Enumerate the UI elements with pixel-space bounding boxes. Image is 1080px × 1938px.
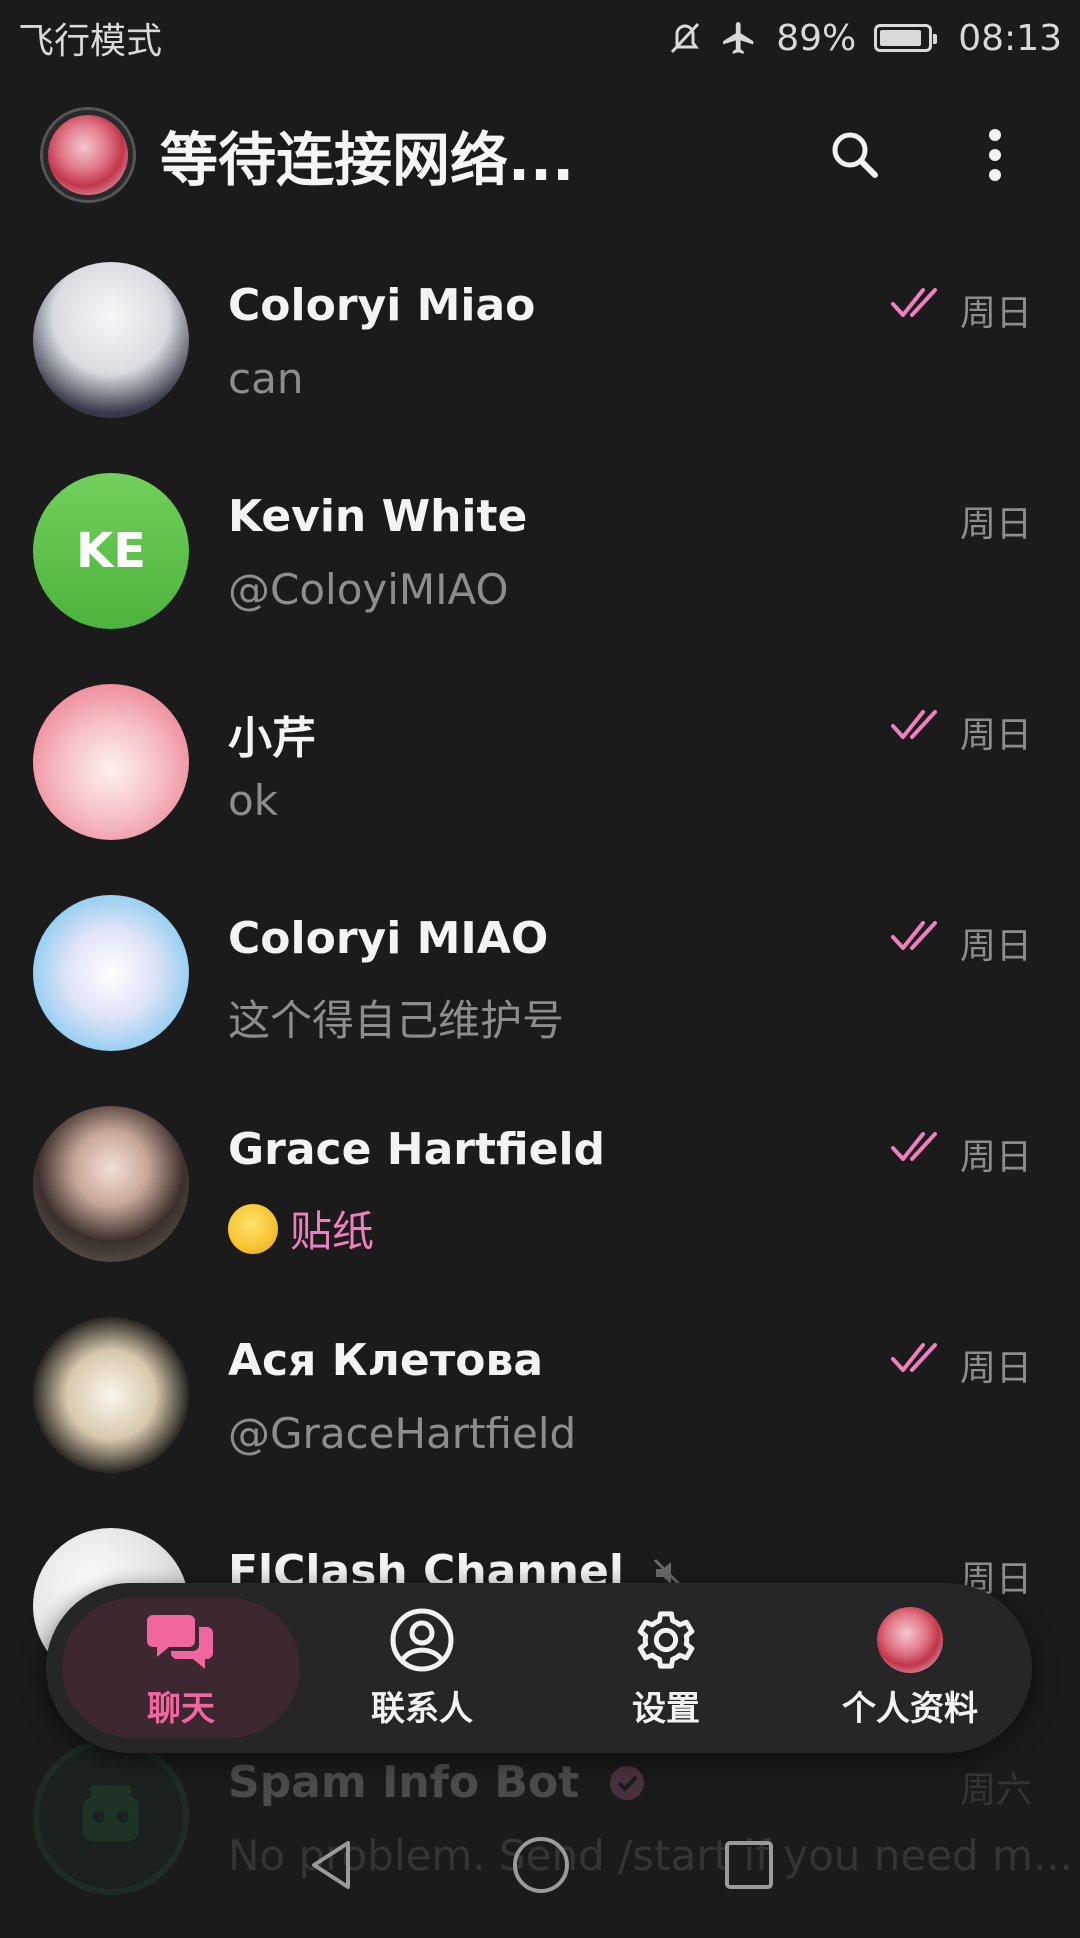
tab-label: 联系人: [371, 1688, 474, 1729]
battery-level-fill: [880, 30, 922, 46]
chat-time: 周日: [959, 715, 1032, 756]
back-icon[interactable]: [304, 1837, 360, 1893]
chat-last-message: can: [228, 354, 304, 403]
chat-name: Ася Клетова: [228, 1335, 544, 1386]
sticker-label: 贴纸: [290, 1207, 375, 1256]
more-menu-button[interactable]: [950, 110, 1040, 200]
chat-time: 周日: [959, 1348, 1032, 1389]
tab-label: 设置: [632, 1688, 700, 1729]
tab-label: 个人资料: [841, 1688, 978, 1729]
app-header: 等待连接网络...: [0, 100, 1080, 210]
account-avatar[interactable]: [40, 107, 136, 203]
chat-last-message: @ColoyiMIAO: [228, 565, 509, 614]
mute-icon: [668, 21, 702, 55]
profile-avatar: [876, 1606, 943, 1673]
chat-name: Coloryi Miao: [228, 280, 536, 331]
double-check-icon: [891, 921, 937, 950]
page-title: 等待连接网络...: [160, 126, 575, 194]
chat-time: 周日: [959, 504, 1032, 545]
chat-row[interactable]: Ася Клетова @GraceHartfield 周日: [0, 1305, 1080, 1516]
account-avatar-image: [48, 115, 128, 195]
chat-row[interactable]: Coloryi MIAO 这个得自己维护号 周日: [0, 883, 1080, 1094]
chat-name-text: Spam Info Bot: [228, 1757, 580, 1808]
tab-chats[interactable]: 聊天: [62, 1598, 301, 1738]
search-button[interactable]: [810, 110, 900, 200]
chat-avatar: [33, 684, 189, 840]
chat-row[interactable]: 小芹 ok 周日: [0, 672, 1080, 883]
chat-last-message: 贴纸: [228, 1198, 374, 1259]
double-check-icon: [891, 1132, 937, 1161]
chat-avatar: [33, 1106, 189, 1262]
chat-row[interactable]: Grace Hartfield 贴纸 周日: [0, 1094, 1080, 1305]
double-check-icon: [891, 1343, 937, 1372]
chat-name: Spam Info Bot: [228, 1757, 647, 1808]
tab-profile[interactable]: 个人资料: [788, 1598, 1032, 1738]
chat-last-message: @GraceHartfield: [228, 1409, 577, 1458]
gear-icon: [633, 1607, 699, 1673]
chat-bubbles-icon: [147, 1607, 215, 1673]
home-icon[interactable]: [510, 1834, 572, 1896]
tab-contacts[interactable]: 联系人: [300, 1598, 544, 1738]
double-check-icon: [891, 288, 937, 317]
battery-icon: [874, 24, 938, 52]
chat-time: 周日: [959, 926, 1032, 967]
chat-name: Coloryi MIAO: [228, 913, 549, 964]
clock: 08:13: [958, 17, 1062, 59]
search-icon: [832, 132, 878, 178]
chat-last-message: ok: [228, 776, 279, 825]
double-check-icon: [891, 710, 937, 739]
airplane-icon: [720, 19, 758, 57]
more-vert-icon: [989, 129, 1001, 181]
chat-avatar: [33, 1317, 189, 1473]
recents-icon[interactable]: [722, 1838, 776, 1892]
chat-avatar-initials: KE: [33, 473, 189, 629]
chat-name: Grace Hartfield: [228, 1124, 606, 1175]
chat-avatar: [33, 895, 189, 1051]
system-nav-bar: [0, 1820, 1080, 1910]
chat-time: 周日: [959, 293, 1032, 334]
chat-time: 周六: [959, 1770, 1032, 1811]
status-bar: 飞行模式 89% 08:13: [0, 0, 1080, 76]
airplane-mode-label: 飞行模式: [18, 21, 163, 62]
chat-name: 小芹: [228, 713, 316, 764]
chat-row[interactable]: KE Kevin White @ColoyiMIAO 周日: [0, 461, 1080, 672]
chat-name: Kevin White: [228, 491, 528, 542]
chat-time: 周日: [959, 1137, 1032, 1178]
chat-row[interactable]: Coloryi Miao can 周日: [0, 250, 1080, 461]
bottom-nav: 聊天 联系人 设置 个人资料: [46, 1583, 1032, 1753]
chat-last-message: 这个得自己维护号: [228, 996, 565, 1045]
verified-icon: [609, 1766, 644, 1800]
chat-avatar: [33, 262, 189, 418]
sticker-emoji-icon: [228, 1204, 278, 1254]
tab-label: 聊天: [147, 1688, 216, 1729]
contacts-icon: [389, 1607, 455, 1673]
battery-percent: 89%: [776, 17, 857, 59]
tab-settings[interactable]: 设置: [544, 1598, 788, 1738]
